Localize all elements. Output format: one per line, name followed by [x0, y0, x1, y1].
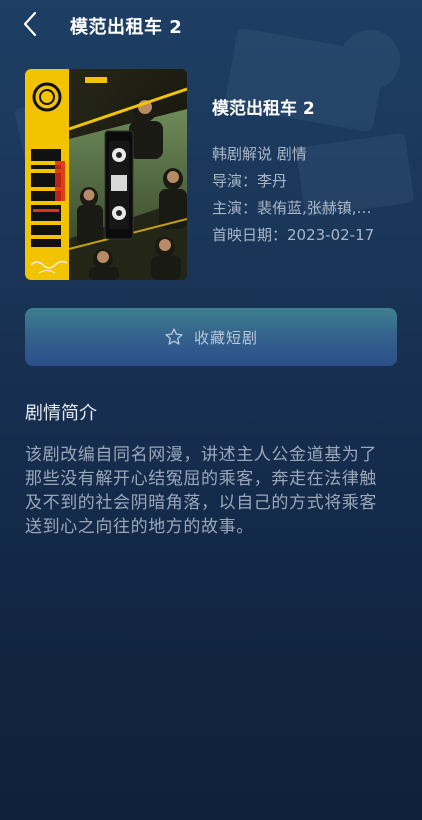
chevron-left-icon [22, 11, 38, 41]
drama-cast: 主演：裴侑蓝,张赫镇,… [212, 199, 372, 217]
drama-title: 模范出租车 2 [212, 99, 315, 119]
drama-info: 模范出租车 2 韩剧解说 剧情 导演：李丹 主演：裴侑蓝,张赫镇,… 首映日期：… [212, 94, 412, 249]
synopsis-heading: 剧情简介 [25, 403, 97, 424]
back-button[interactable] [22, 10, 54, 42]
favorite-button-label: 收藏短剧 [193, 328, 258, 347]
drama-category: 韩剧解说 剧情 [212, 145, 307, 163]
drama-detail-page: 模范出租车 2 模范出租车 2 韩剧解说 剧情 导演：李丹 主演：裴侑蓝,张赫镇… [0, 0, 422, 820]
star-outline-icon [164, 327, 184, 347]
top-bar: 模范出租车 2 [0, 0, 422, 52]
synopsis-text: 该剧改编自同名网漫，讲述主人公金道基为了那些没有解开心结冤屈的乘客，奔走在法律触… [25, 445, 377, 537]
drama-director: 导演：李丹 [212, 172, 288, 190]
drama-poster [25, 69, 187, 280]
favorite-drama-button[interactable]: 收藏短剧 [25, 308, 397, 366]
page-title: 模范出租车 2 [70, 17, 183, 38]
drama-premiere-date: 首映日期：2023-02-17 [212, 226, 375, 244]
